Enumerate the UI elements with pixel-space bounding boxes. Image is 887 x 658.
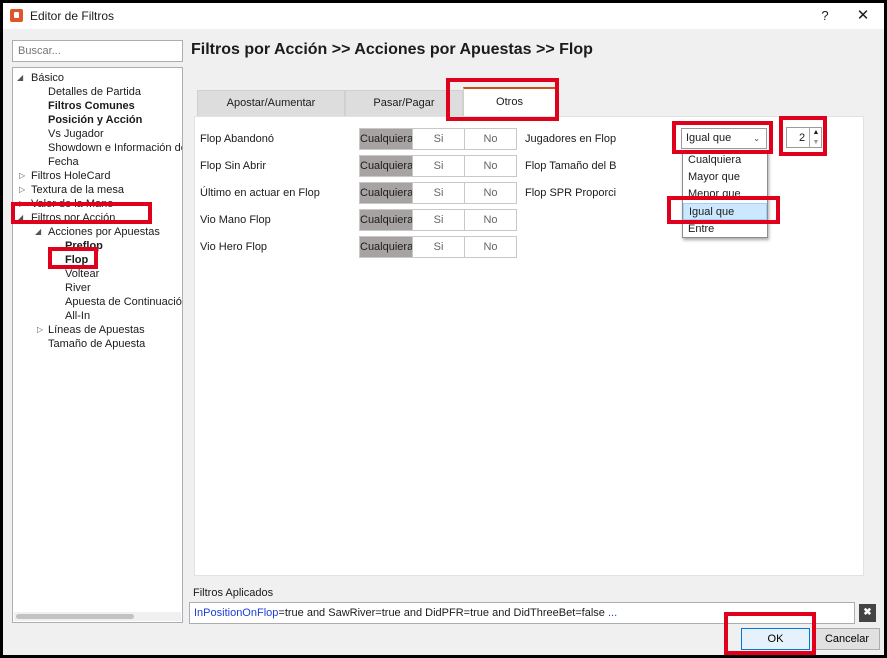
filter-segment-flop-abandono: Cualquiera Si No (359, 128, 517, 150)
filter-label: Vio Mano Flop (200, 214, 271, 226)
title-bar: Editor de Filtros ? ✕ (3, 3, 884, 29)
segment-yes[interactable]: Si (412, 129, 464, 149)
tree-node-detalles[interactable]: Detalles de Partida (48, 85, 141, 99)
tree-node-showdown[interactable]: Showdown e Información de (48, 141, 182, 155)
close-button[interactable]: ✕ (845, 6, 881, 26)
window-title: Editor de Filtros (30, 9, 115, 23)
tree-node-vs-jugador[interactable]: Vs Jugador (48, 127, 104, 141)
tab-apostar-aumentar[interactable]: Apostar/Aumentar (197, 90, 345, 116)
highlight-comparison-select (672, 121, 773, 154)
tree-node-voltear[interactable]: Voltear (65, 267, 99, 281)
filter-segment-vio-mano: Cualquiera Si No (359, 209, 517, 231)
segment-any[interactable]: Cualquiera (360, 129, 413, 149)
tree-node-basico[interactable]: ◢ Básico (17, 71, 64, 85)
segment-any[interactable]: Cualquiera (360, 156, 413, 176)
segment-no[interactable]: No (464, 237, 516, 257)
horizontal-scrollbar[interactable] (14, 612, 181, 621)
highlight-ok-button (724, 612, 816, 655)
filter-label-jugadores: Jugadores en Flop (525, 133, 617, 145)
filter-label-spr: Flop SPR Proporci (525, 187, 617, 199)
highlight-stepper (779, 116, 827, 156)
filter-label-tamano: Flop Tamaño del B (525, 160, 617, 172)
collapsed-arrow-icon[interactable]: ▷ (37, 323, 43, 337)
segment-any[interactable]: Cualquiera (360, 183, 413, 203)
segment-no[interactable]: No (464, 210, 516, 230)
option-mayor-que[interactable]: Mayor que (683, 169, 767, 186)
segment-any[interactable]: Cualquiera (360, 237, 413, 257)
tree-node-apuesta-continuacion[interactable]: Apuesta de Continuación (65, 295, 182, 309)
page-title: Filtros por Acción >> Acciones por Apues… (191, 41, 593, 58)
option-cualquiera[interactable]: Cualquiera (683, 152, 767, 169)
cancel-button[interactable]: Cancelar (814, 628, 880, 650)
tree-node-acciones-apuestas[interactable]: ◢ Acciones por Apuestas (35, 225, 160, 239)
highlight-option-igual-que (667, 196, 780, 224)
filter-segment-flop-sin-abrir: Cualquiera Si No (359, 155, 517, 177)
filter-segment-ultimo-actuar: Cualquiera Si No (359, 182, 517, 204)
tree-node-filtros-comunes[interactable]: Filtros Comunes (48, 99, 135, 113)
segment-yes[interactable]: Si (412, 183, 464, 203)
applied-filter-text: =true and SawRiver=true and DidPFR=true … (278, 607, 605, 619)
collapsed-arrow-icon[interactable]: ▷ (19, 169, 25, 183)
tree-node-fecha[interactable]: Fecha (48, 155, 79, 169)
help-button[interactable]: ? (811, 6, 839, 26)
search-input[interactable] (12, 40, 183, 62)
highlight-flop (48, 247, 98, 269)
tree-node-textura[interactable]: ▷ Textura de la mesa (17, 183, 124, 197)
applied-filters-label: Filtros Aplicados (193, 587, 274, 599)
filter-segment-vio-hero: Cualquiera Si No (359, 236, 517, 258)
tree-node-holecard[interactable]: ▷ Filtros HoleCard (17, 169, 110, 183)
tree-node-tamano-apuesta[interactable]: Tamaño de Apuesta (48, 337, 145, 351)
collapsed-arrow-icon[interactable]: ▷ (19, 183, 25, 197)
scrollbar-thumb[interactable] (16, 614, 134, 619)
segment-no[interactable]: No (464, 156, 516, 176)
expanded-arrow-icon[interactable]: ◢ (17, 71, 23, 85)
segment-any[interactable]: Cualquiera (360, 210, 413, 230)
filter-label: Vio Hero Flop (200, 241, 268, 253)
applied-filter-more[interactable]: ... (605, 607, 617, 619)
tree-node-all-in[interactable]: All-In (65, 309, 90, 323)
clear-filters-button[interactable]: ✖ (859, 604, 876, 622)
filter-label: Último en actuar en Flop (200, 187, 320, 199)
segment-yes[interactable]: Si (412, 237, 464, 257)
comparison-dropdown: Cualquiera Mayor que Menor que Igual que… (682, 150, 768, 238)
tree-node-posicion-accion[interactable]: Posición y Acción (48, 113, 142, 127)
filter-tree: ◢ Básico Detalles de Partida Filtros Comu… (12, 67, 183, 623)
segment-no[interactable]: No (464, 129, 516, 149)
app-logo-icon (10, 9, 23, 22)
tree-node-lineas-apuestas[interactable]: ▷ Líneas de Apuestas (35, 323, 145, 337)
expanded-arrow-icon[interactable]: ◢ (35, 225, 41, 239)
filter-label: Flop Sin Abrir (200, 160, 267, 172)
segment-no[interactable]: No (464, 183, 516, 203)
segment-yes[interactable]: Si (412, 156, 464, 176)
highlight-filtros-accion (11, 202, 152, 224)
tree-node-river[interactable]: River (65, 281, 91, 295)
segment-yes[interactable]: Si (412, 210, 464, 230)
applied-filter-link[interactable]: InPositionOnFlop (194, 607, 278, 619)
sidebar: ◢Básico Detalles de Partida Filtros Comu… (12, 40, 183, 624)
highlight-tab-otros (446, 78, 559, 121)
filter-label: Flop Abandonó (200, 133, 275, 145)
filter-editor-window: Editor de Filtros ? ✕ ◢Básico Detalles d… (3, 3, 884, 655)
